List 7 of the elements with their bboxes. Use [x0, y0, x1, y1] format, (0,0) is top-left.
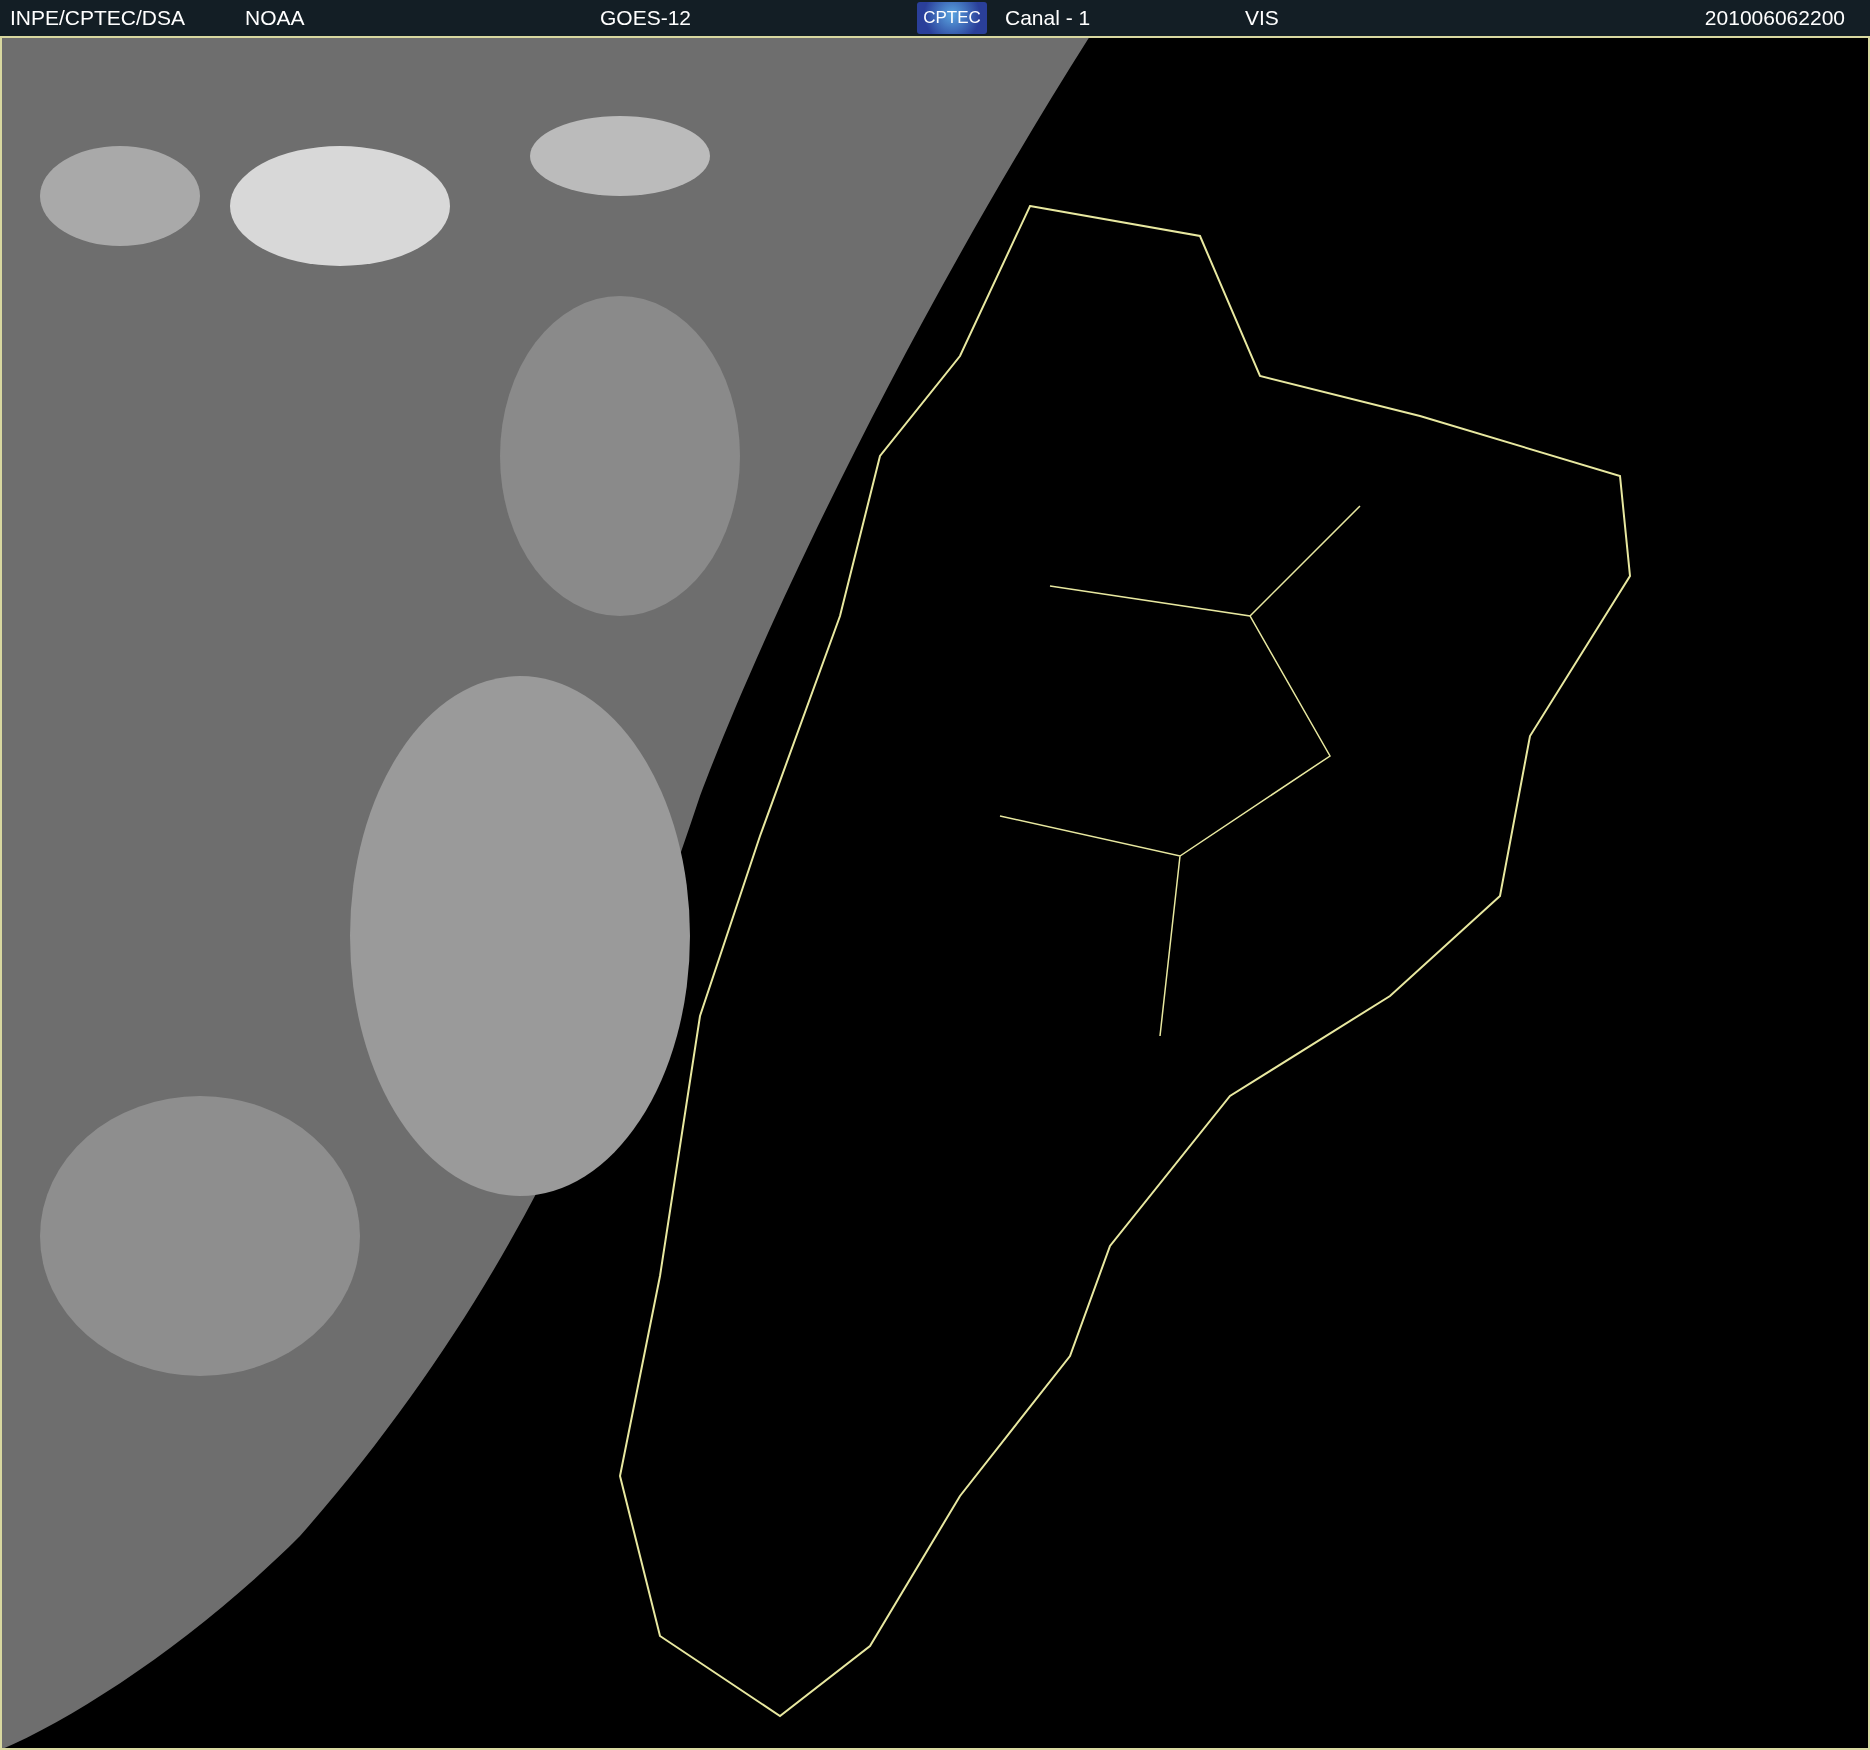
satellite-label: GOES-12: [599, 6, 692, 30]
band-label: VIS: [1244, 6, 1279, 30]
channel-label: Canal - 1: [1004, 6, 1091, 30]
agency-label: NOAA: [244, 6, 305, 30]
source-label: INPE/CPTEC/DSA: [9, 6, 186, 30]
logo: CPTEC: [917, 2, 987, 34]
timestamp-label: 201006062200: [1703, 6, 1846, 30]
